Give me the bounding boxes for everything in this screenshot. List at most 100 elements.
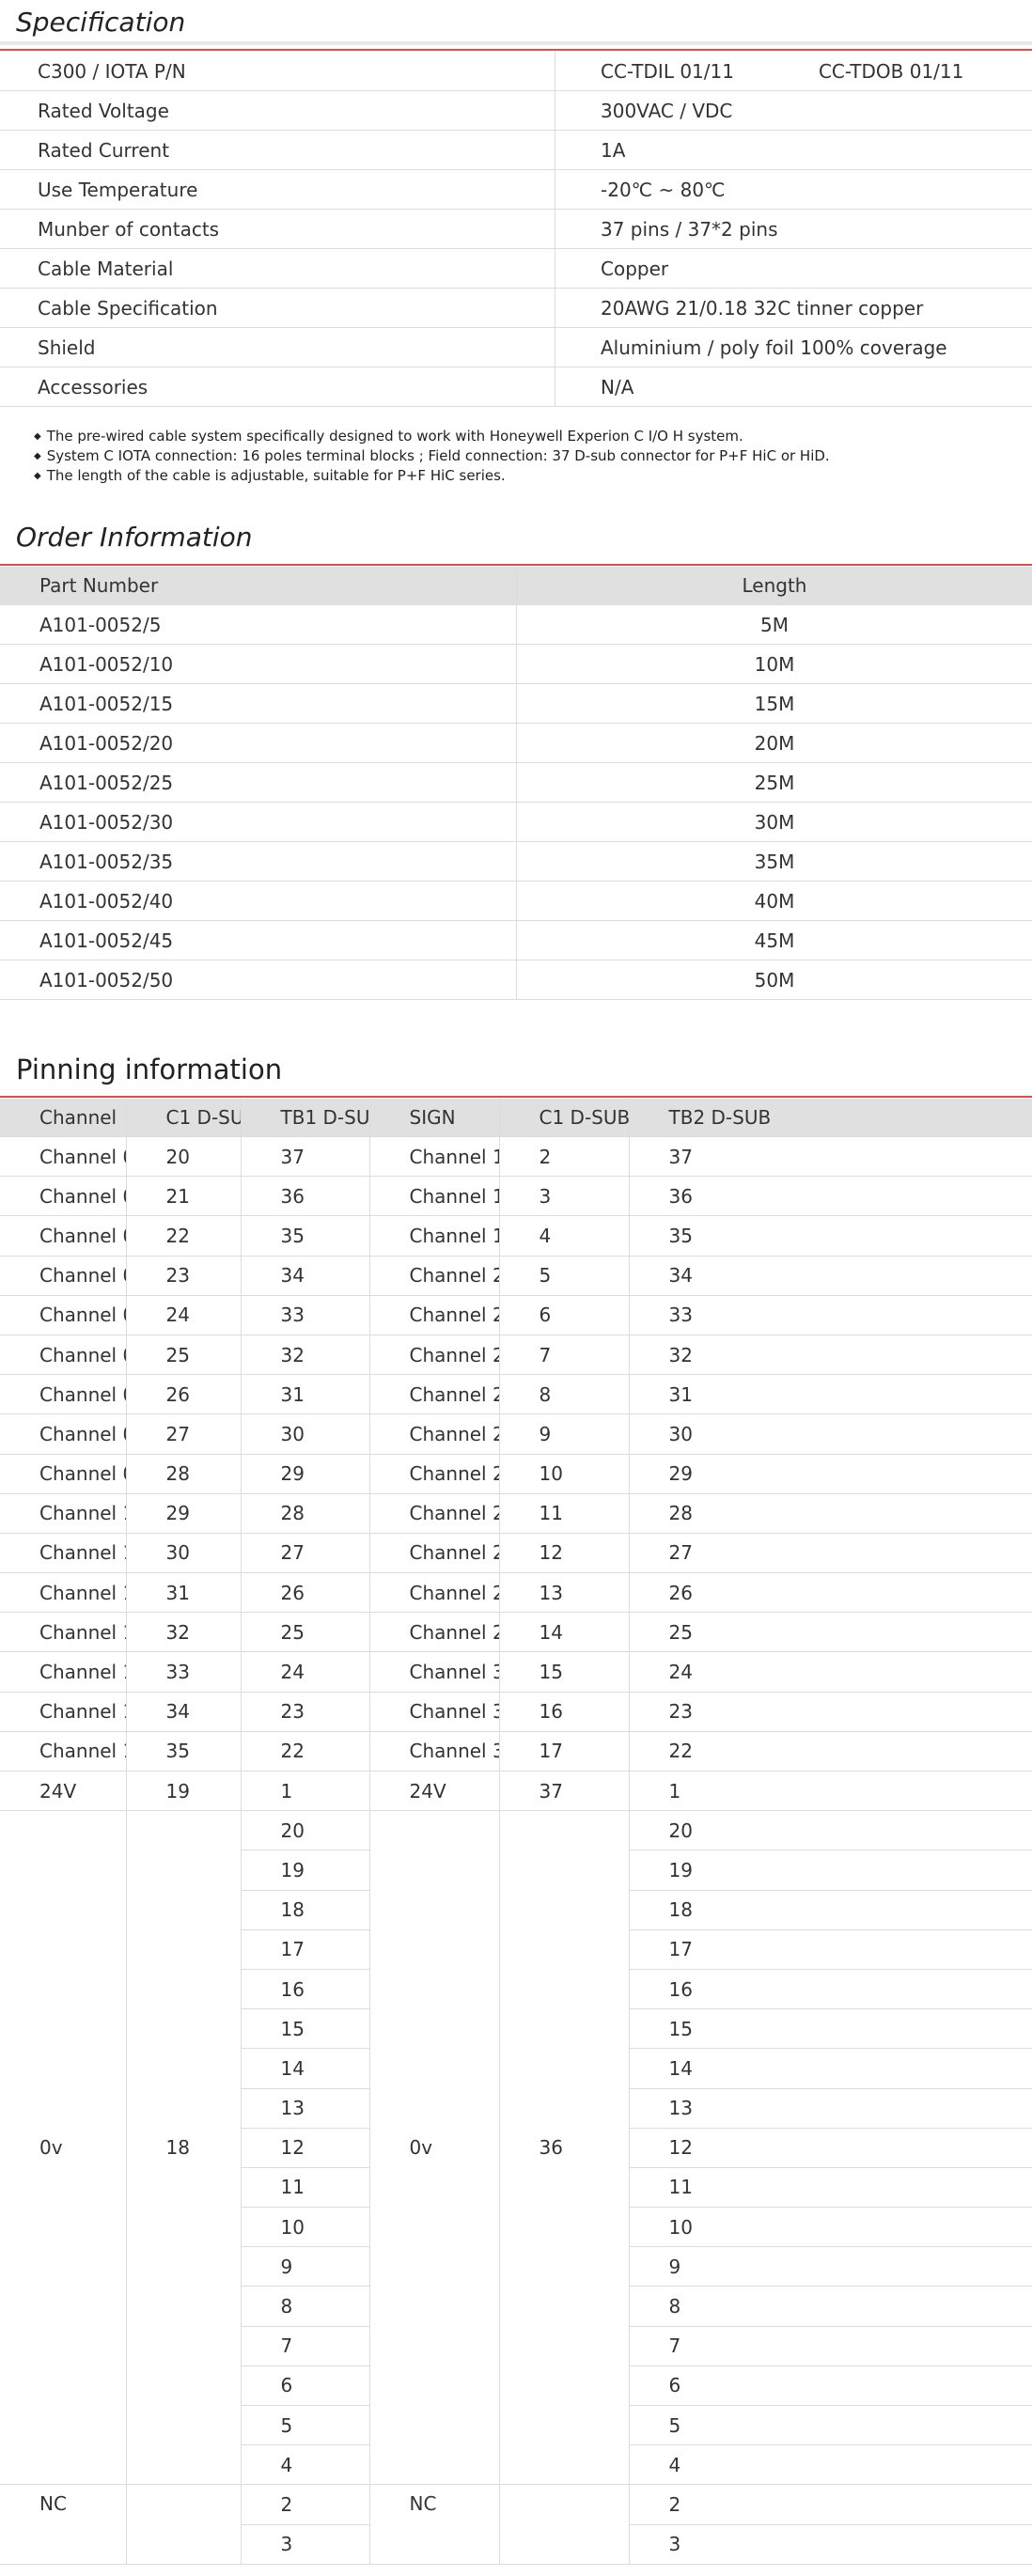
- pin-c1-dsub: 21: [126, 1176, 242, 1217]
- pin-c1-dsub-2: 14: [499, 1612, 630, 1653]
- pin-c1-dsub-2: 12: [499, 1533, 630, 1574]
- specification-table: C300 / IOTA P/N CC-TDIL 01/11 CC-TDOB 01/1…: [0, 52, 1032, 407]
- pin-tb1-dsub: 28: [241, 1493, 370, 1534]
- pin-tb1-dsub: 26: [241, 1572, 370, 1614]
- spec-row: Rated Current 1A: [0, 130, 1032, 170]
- pinning-row: Channel 042334Channel 20534: [0, 1256, 1032, 1296]
- pin-sign: 0v: [369, 1810, 500, 2486]
- pin-tb1-dsub: 5: [241, 2405, 370, 2446]
- pin-c1-dsub-2: 4: [499, 1215, 630, 1257]
- note-item: The length of the cable is adjustable, s…: [34, 466, 830, 486]
- pinning-header-channel: Channel: [0, 1099, 127, 1137]
- part-number: A101-0052/10: [0, 644, 517, 684]
- pinning-row: Channel 022136Channel 18336: [0, 1176, 1032, 1217]
- pin-c1-dsub: 35: [126, 1731, 242, 1772]
- pin-tb2-dsub: 2: [629, 2484, 1032, 2525]
- pin-tb1-dsub: 36: [241, 1176, 370, 1217]
- pin-tb1-dsub: 16: [241, 1969, 370, 2010]
- order-header-part-number: Part Number: [0, 567, 517, 605]
- pin-tb1-dsub: 35: [241, 1215, 370, 1257]
- pinning-title: Pinning information: [16, 1054, 283, 1085]
- length: 50M: [516, 960, 1032, 1000]
- order-row: A101-0052/30 30M: [0, 802, 1032, 842]
- pinning-table: Channel C1 D-SUB TB1 D-SUB SIGN C1 D-SUB…: [0, 1099, 1032, 2565]
- pin-c1-dsub-2: 2: [499, 1136, 630, 1178]
- pin-channel: Channel 10: [0, 1493, 127, 1534]
- title-rule-grey: [0, 41, 1032, 45]
- pin-tb1-dsub: 22: [241, 1731, 370, 1772]
- pin-tb2-dsub: 17: [629, 1929, 1032, 1970]
- pin-tb2-dsub: 11: [629, 2167, 1032, 2209]
- length: 35M: [516, 841, 1032, 882]
- pin-tb2-dsub: 15: [629, 2008, 1032, 2050]
- part-number: A101-0052/35: [0, 841, 517, 882]
- order-header-length: Length: [516, 567, 1032, 605]
- pin-channel: Channel 12: [0, 1572, 127, 1614]
- pin-tb1-dsub: 18: [241, 1890, 370, 1930]
- pin-sign: Channel 31: [369, 1692, 500, 1732]
- spec-row: C300 / IOTA P/N CC-TDIL 01/11 CC-TDOB 01/1…: [0, 52, 1032, 91]
- pin-sign: Channel 20: [369, 1256, 500, 1296]
- length: 40M: [516, 881, 1032, 921]
- pin-c1-dsub-2: 37: [499, 1771, 630, 1812]
- spec-value-cell: 37 pins / 37*2 pins: [555, 209, 1032, 249]
- spec-label: Rated Current: [0, 130, 555, 170]
- pinning-row: Channel 102928Channel 261128: [0, 1493, 1032, 1534]
- spec-value: 20AWG 21/0.18 32C tinner copper: [601, 296, 924, 320]
- pin-sign: 24V: [369, 1771, 500, 1812]
- pin-c1-dsub: 18: [126, 1810, 242, 2486]
- title-rule-red: [0, 1096, 1032, 1098]
- pin-channel: Channel 01: [0, 1136, 127, 1178]
- title-rule-red: [0, 564, 1032, 566]
- pin-tb2-dsub: 9: [629, 2246, 1032, 2287]
- pin-c1-dsub-2: 11: [499, 1493, 630, 1534]
- pinning-row: Channel 092829Channel 251029: [0, 1454, 1032, 1494]
- pin-c1-dsub-2: 13: [499, 1572, 630, 1614]
- pin-channel: Channel 15: [0, 1692, 127, 1732]
- pin-c1-dsub: 20: [126, 1136, 242, 1178]
- length: 45M: [516, 920, 1032, 960]
- spec-value-cell: -20℃ ~ 80℃: [555, 169, 1032, 210]
- spec-value: Aluminium / poly foil 100% coverage: [601, 336, 947, 359]
- pin-channel: NC: [0, 2484, 127, 2565]
- pin-tb2-dsub: 28: [629, 1493, 1032, 1534]
- pin-c1-dsub-2: 7: [499, 1335, 630, 1376]
- pin-tb2-dsub: 33: [629, 1295, 1032, 1335]
- pin-tb2-dsub: 18: [629, 1890, 1032, 1930]
- pin-tb1-dsub: 6: [241, 2365, 370, 2407]
- spec-value: Copper: [601, 257, 669, 280]
- spec-label: C300 / IOTA P/N: [0, 52, 555, 91]
- pin-c1-dsub: [126, 2484, 242, 2565]
- pin-tb2-dsub: 27: [629, 1533, 1032, 1574]
- pin-sign: Channel 19: [369, 1215, 500, 1257]
- spec-value: 300VAC / VDC: [601, 99, 733, 122]
- pin-tb2-dsub: 36: [629, 1176, 1032, 1217]
- order-row: A101-0052/10 10M: [0, 644, 1032, 684]
- spec-value-cell: Aluminium / poly foil 100% coverage: [555, 327, 1032, 367]
- pin-tb2-dsub: 14: [629, 2048, 1032, 2089]
- pinning-row: Channel 012037Channel 17237: [0, 1136, 1032, 1178]
- pin-tb2-dsub: 24: [629, 1651, 1032, 1693]
- pinning-row-nc: NC 2 NC 2: [0, 2484, 1032, 2565]
- spec-value-cell: Copper: [555, 248, 1032, 289]
- pin-c1-dsub-2: 9: [499, 1413, 630, 1455]
- length: 20M: [516, 723, 1032, 763]
- order-row: A101-0052/20 20M: [0, 723, 1032, 763]
- title-rule-red: [0, 49, 1032, 51]
- pin-c1-dsub-2: 16: [499, 1692, 630, 1732]
- pin-channel: Channel 08: [0, 1413, 127, 1455]
- pinning-header-row: Channel C1 D-SUB TB1 D-SUB SIGN C1 D-SUB…: [0, 1099, 1032, 1137]
- pinning-header-c1-dsub: C1 D-SUB: [126, 1099, 242, 1137]
- pin-tb2-dsub: 35: [629, 1215, 1032, 1257]
- order-row: A101-0052/15 15M: [0, 683, 1032, 724]
- spec-row: Use Temperature -20℃ ~ 80℃: [0, 169, 1032, 210]
- spec-label: Munber of contacts: [0, 209, 555, 249]
- spec-value: -20℃ ~ 80℃: [601, 178, 726, 201]
- pin-tb1-dsub: 27: [241, 1533, 370, 1574]
- pin-c1-dsub-2: 5: [499, 1256, 630, 1296]
- pin-sign: Channel 24: [369, 1413, 500, 1455]
- pin-channel: Channel 04: [0, 1256, 127, 1296]
- spec-value-cell: 20AWG 21/0.18 32C tinner copper: [555, 288, 1032, 328]
- pin-c1-dsub-2: 10: [499, 1454, 630, 1494]
- part-number: A101-0052/30: [0, 802, 517, 842]
